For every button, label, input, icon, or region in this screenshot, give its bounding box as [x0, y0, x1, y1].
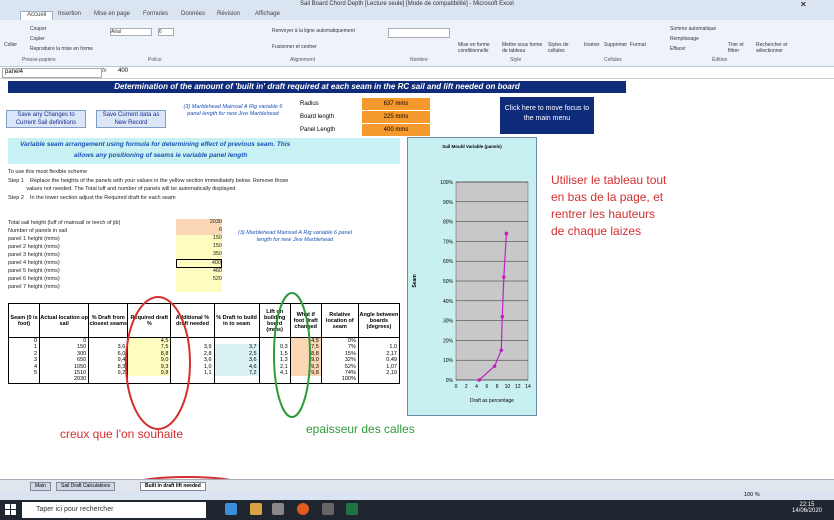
clock[interactable]: 22:15 14/06/2020 — [784, 502, 830, 514]
sheet-tab-draft-lift[interactable]: Built in draft lift needed — [140, 482, 206, 491]
firefox-icon[interactable] — [297, 503, 309, 515]
excel-icon[interactable] — [346, 503, 358, 515]
green-ellipse — [273, 292, 311, 418]
sheet-tab-calculations[interactable]: Sail Draft Calculations — [56, 482, 116, 491]
red-ellipse — [125, 296, 191, 430]
app-icon[interactable] — [322, 503, 334, 515]
file-explorer-icon[interactable] — [250, 503, 262, 515]
taskbar-search[interactable]: Taper ici pour rechercher — [22, 502, 206, 518]
status-bar: 100 % — [0, 491, 834, 500]
edge-icon[interactable] — [225, 503, 237, 515]
annotation-overlay — [125, 292, 311, 494]
windows-start-icon[interactable] — [5, 504, 16, 515]
store-icon[interactable] — [272, 503, 284, 515]
sheet-tab-main[interactable]: Main — [30, 482, 51, 491]
clock-date: 14/06/2020 — [791, 508, 823, 514]
zoom-level[interactable]: 100 % — [744, 492, 760, 498]
